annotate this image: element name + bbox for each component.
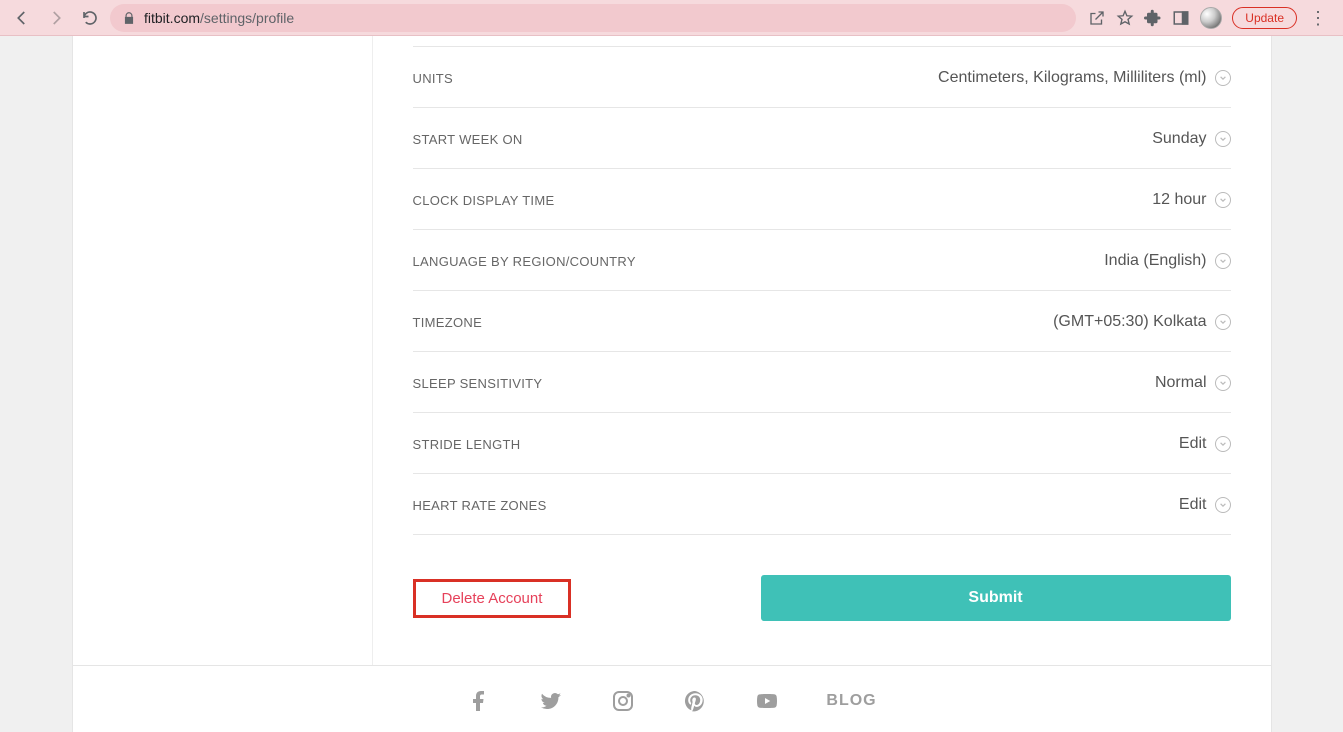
reload-button[interactable] — [76, 4, 104, 32]
extensions-icon[interactable] — [1144, 9, 1162, 27]
setting-label: UNITS — [413, 71, 454, 86]
delete-account-link[interactable]: Delete Account — [413, 579, 572, 618]
setting-label: CLOCK DISPLAY TIME — [413, 193, 555, 208]
form-actions: Delete Account Submit — [413, 535, 1231, 643]
panel-icon[interactable] — [1172, 9, 1190, 27]
setting-row-heart-rate[interactable]: HEART RATE ZONES Edit — [413, 473, 1231, 535]
page-background: UNITS Centimeters, Kilograms, Milliliter… — [0, 36, 1343, 732]
setting-value: Centimeters, Kilograms, Milliliters (ml) — [938, 69, 1206, 87]
sidebar-spacer — [73, 36, 373, 665]
browser-actions: Update ⋮ — [1082, 7, 1335, 29]
setting-label: LANGUAGE BY REGION/COUNTRY — [413, 254, 636, 269]
setting-row-sleep[interactable]: SLEEP SENSITIVITY Normal — [413, 351, 1231, 412]
forward-button[interactable] — [42, 4, 70, 32]
star-icon[interactable] — [1116, 9, 1134, 27]
chevron-down-icon — [1215, 70, 1231, 86]
back-button[interactable] — [8, 4, 36, 32]
setting-row-language[interactable]: LANGUAGE BY REGION/COUNTRY India (Englis… — [413, 229, 1231, 290]
setting-label: STRIDE LENGTH — [413, 437, 521, 452]
chrome-menu-icon[interactable]: ⋮ — [1307, 9, 1329, 27]
chevron-down-icon — [1215, 436, 1231, 452]
pinterest-icon[interactable] — [682, 688, 708, 714]
chevron-down-icon — [1215, 192, 1231, 208]
chevron-down-icon — [1215, 253, 1231, 269]
chevron-down-icon — [1215, 497, 1231, 513]
content-card: UNITS Centimeters, Kilograms, Milliliter… — [72, 36, 1272, 732]
facebook-icon[interactable] — [466, 688, 492, 714]
settings-panel: UNITS Centimeters, Kilograms, Milliliter… — [373, 36, 1271, 665]
setting-value: Normal — [1155, 374, 1207, 392]
update-button[interactable]: Update — [1232, 7, 1297, 29]
url-text: fitbit.com/settings/profile — [144, 10, 294, 26]
setting-row-start-week[interactable]: START WEEK ON Sunday — [413, 107, 1231, 168]
instagram-icon[interactable] — [610, 688, 636, 714]
chevron-down-icon — [1215, 131, 1231, 147]
setting-value: India (English) — [1104, 252, 1206, 270]
setting-row-stride[interactable]: STRIDE LENGTH Edit — [413, 412, 1231, 473]
blog-link[interactable]: BLOG — [826, 692, 876, 710]
setting-value: 12 hour — [1152, 191, 1206, 209]
lock-icon — [122, 11, 136, 25]
setting-row-timezone[interactable]: TIMEZONE (GMT+05:30) Kolkata — [413, 290, 1231, 351]
setting-label: HEART RATE ZONES — [413, 498, 547, 513]
setting-label: TIMEZONE — [413, 315, 483, 330]
setting-label: START WEEK ON — [413, 132, 523, 147]
chevron-down-icon — [1215, 314, 1231, 330]
setting-value: (GMT+05:30) Kolkata — [1053, 313, 1206, 331]
twitter-icon[interactable] — [538, 688, 564, 714]
setting-value: Edit — [1179, 496, 1207, 514]
share-icon[interactable] — [1088, 9, 1106, 27]
footer: BLOG — [73, 665, 1271, 732]
address-bar[interactable]: fitbit.com/settings/profile — [110, 4, 1076, 32]
profile-avatar[interactable] — [1200, 7, 1222, 29]
youtube-icon[interactable] — [754, 688, 780, 714]
setting-value: Edit — [1179, 435, 1207, 453]
setting-label: SLEEP SENSITIVITY — [413, 376, 543, 391]
chevron-down-icon — [1215, 375, 1231, 391]
browser-toolbar: fitbit.com/settings/profile Update ⋮ — [0, 0, 1343, 36]
setting-row-units[interactable]: UNITS Centimeters, Kilograms, Milliliter… — [413, 46, 1231, 107]
setting-value: Sunday — [1152, 130, 1206, 148]
submit-button[interactable]: Submit — [761, 575, 1231, 621]
setting-row-clock[interactable]: CLOCK DISPLAY TIME 12 hour — [413, 168, 1231, 229]
